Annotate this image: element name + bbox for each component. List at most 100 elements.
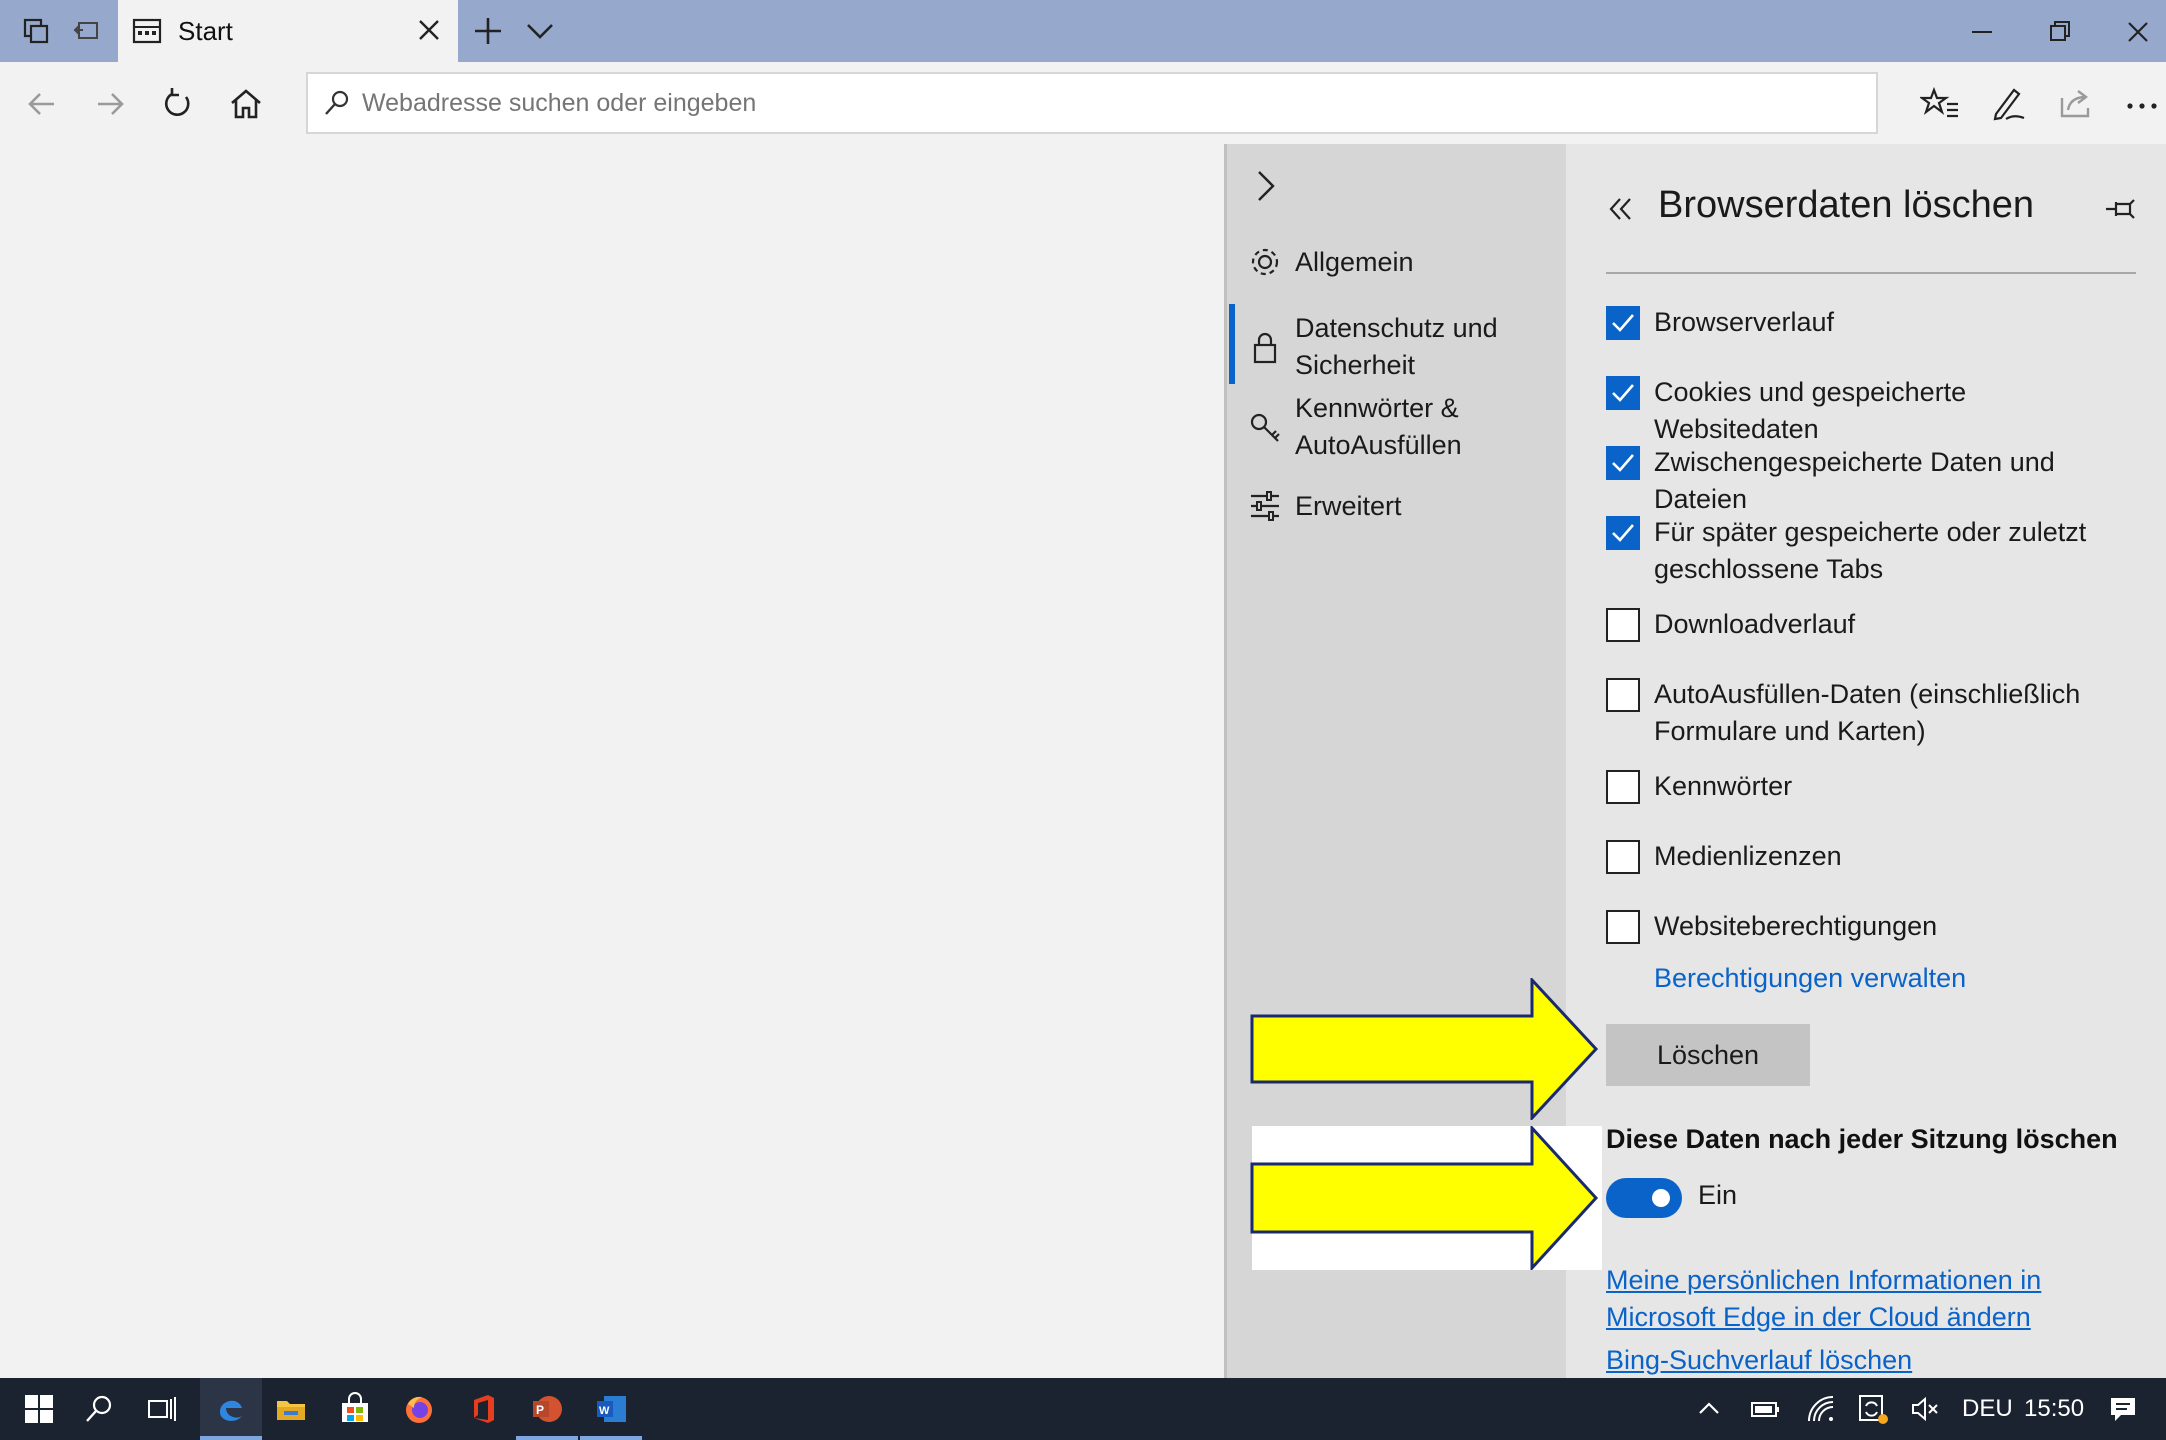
network-sync-icon[interactable] [1852,1388,1894,1430]
checkbox-unchecked[interactable] [1606,910,1640,944]
more-options-icon[interactable] [2122,84,2162,124]
divider [1606,272,2136,274]
nav-item-label: Erweitert [1295,491,1402,521]
cloud-info-link[interactable]: Meine persönlichen Informationen in Micr… [1606,1262,2146,1336]
start-page-icon [132,18,162,44]
checkbox-label: Für später gespeicherte oder zuletzt ges… [1654,517,2087,584]
nav-item-passwords-autofill[interactable]: Kennwörter & AutoAusfüllen [1227,390,1569,470]
refresh-icon[interactable] [158,84,198,124]
bing-history-link[interactable]: Bing-Suchverlauf löschen [1606,1342,1912,1379]
checkbox-cookies[interactable]: Cookies und gespeicherte Websitedaten [1606,376,2146,444]
favorites-star-icon[interactable] [1920,84,1960,124]
nav-item-advanced[interactable]: Erweitert [1227,488,1569,538]
firefox-icon[interactable] [398,1388,440,1430]
page-content [6,144,1224,1378]
address-input[interactable] [362,88,1842,118]
chevron-up-icon[interactable] [1688,1388,1730,1430]
toggle-knob [1652,1189,1670,1207]
nav-item-label: Datenschutz und Sicherheit [1295,313,1498,380]
checkbox-cached-data[interactable]: Zwischengespeicherte Daten und Dateien [1606,446,2146,514]
checkbox-saved-tabs[interactable]: Für später gespeicherte oder zuletzt ges… [1606,516,2146,596]
edge-browser-icon[interactable] [210,1388,252,1430]
wifi-icon[interactable] [1800,1388,1842,1430]
tab-manager-icon[interactable] [14,10,58,52]
toggle-state-label: Ein [1698,1180,1738,1210]
checkbox-checked[interactable] [1606,376,1640,410]
svg-text:P: P [536,1403,544,1417]
tab-title: Start [178,15,233,46]
forward-arrow-icon[interactable] [90,84,130,124]
lock-icon [1253,332,1277,364]
gear-icon [1251,248,1279,276]
checkbox-autofill-data[interactable]: AutoAusfüllen-Daten (einschließlich Form… [1606,678,2146,758]
checkbox-unchecked[interactable] [1606,608,1640,642]
chevron-down-icon[interactable] [522,16,558,46]
checkbox-label: Zwischengespeicherte Daten und Dateien [1654,447,2055,514]
checkbox-checked[interactable] [1606,516,1640,550]
address-bar[interactable] [306,72,1878,134]
taskbar: P W DEU 15:50 [0,1378,2166,1440]
sliders-icon [1251,491,1279,521]
set-aside-tabs-icon[interactable] [66,10,110,52]
svg-text:W: W [599,1405,610,1417]
powerpoint-icon[interactable]: P [526,1388,568,1430]
checkbox-unchecked[interactable] [1606,840,1640,874]
pin-icon[interactable] [2104,194,2138,224]
checkbox-download-history[interactable]: Downloadverlauf [1606,608,2146,648]
windows-start-icon[interactable] [18,1388,60,1430]
annotation-arrow-icon [1250,978,1599,1120]
checkbox-unchecked[interactable] [1606,678,1640,712]
checkbox-label: Browserverlauf [1654,307,1835,337]
close-window-icon[interactable] [2118,12,2158,52]
clear-button[interactable]: Löschen [1606,1024,1810,1086]
running-indicator [200,1436,262,1440]
speaker-muted-icon[interactable] [1904,1388,1946,1430]
new-tab-icon[interactable] [470,13,506,49]
pen-notes-icon[interactable] [1988,84,2028,124]
annotation-arrow-icon [1250,1126,1599,1270]
nav-item-privacy-security[interactable]: Datenschutz und Sicherheit [1227,310,1569,390]
browser-tab-start[interactable]: Start [118,0,458,62]
back-arrow-icon[interactable] [22,84,62,124]
checkbox-site-permissions[interactable]: Websiteberechtigungen [1606,910,2146,950]
restore-icon[interactable] [2040,12,2080,52]
panel-title: Browserdaten löschen [1658,184,2034,226]
notification-icon[interactable] [2102,1388,2144,1430]
key-icon [1250,413,1280,442]
checkbox-label: Cookies und gespeicherte Websitedaten [1654,377,1967,444]
session-clear-heading: Diese Daten nach jeder Sitzung löschen [1606,1124,2118,1154]
checkbox-checked[interactable] [1606,306,1640,340]
share-icon[interactable] [2056,84,2096,124]
search-icon[interactable] [78,1388,120,1430]
checkbox-label: Kennwörter [1654,771,1793,801]
title-bar: Start [0,0,2166,62]
checkbox-label: Medienlizenzen [1654,841,1842,871]
checkbox-media-licenses[interactable]: Medienlizenzen [1606,840,2146,880]
file-explorer-icon[interactable] [270,1388,312,1430]
search-icon [325,90,349,115]
nav-item-general[interactable]: Allgemein [1227,244,1569,294]
task-view-icon[interactable] [140,1388,182,1430]
manage-permissions-link[interactable]: Berechtigungen verwalten [1654,960,1966,997]
clear-browsing-data-panel: Browserdaten löschen Browserverlauf Cook… [1566,144,2166,1378]
language-indicator[interactable]: DEU [1962,1395,2013,1423]
nav-item-label: Kennwörter & AutoAusfüllen [1295,393,1462,460]
office-icon[interactable] [462,1388,504,1430]
close-tab-icon[interactable] [414,15,444,45]
checkbox-unchecked[interactable] [1606,770,1640,804]
clock-time[interactable]: 15:50 [2024,1395,2084,1423]
checkbox-label: Websiteberechtigungen [1654,911,1938,941]
double-chevron-left-icon[interactable] [1604,192,1638,226]
checkbox-passwords[interactable]: Kennwörter [1606,770,2146,810]
clear-on-exit-toggle[interactable] [1606,1178,1682,1218]
chevron-right-icon[interactable] [1249,166,1283,206]
battery-icon[interactable] [1744,1388,1786,1430]
nav-item-label: Allgemein [1295,247,1414,277]
minimize-icon[interactable] [1962,12,2002,52]
home-icon[interactable] [226,84,266,124]
checkbox-checked[interactable] [1606,446,1640,480]
store-icon[interactable] [334,1388,376,1430]
running-indicator [516,1436,578,1440]
word-icon[interactable]: W [590,1388,632,1430]
checkbox-browsing-history[interactable]: Browserverlauf [1606,306,2146,346]
